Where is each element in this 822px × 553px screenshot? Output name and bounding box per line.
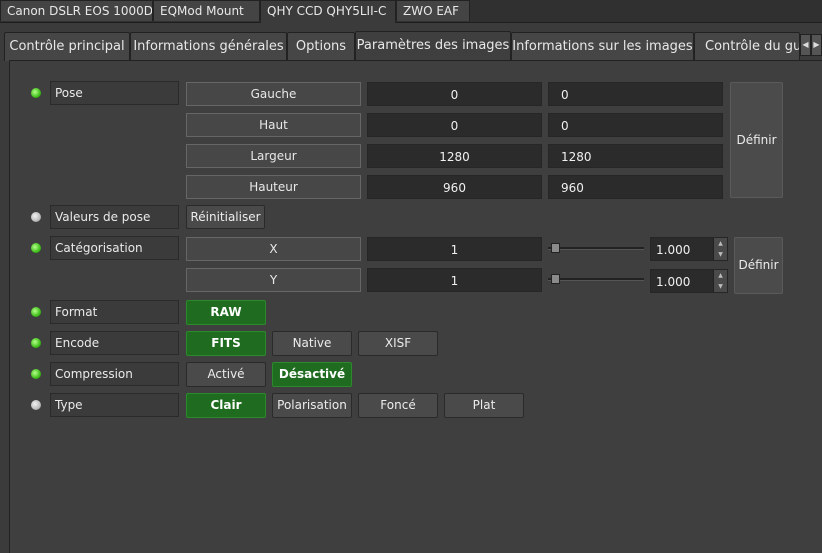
spin-up-icon[interactable]: ▲	[713, 270, 727, 281]
encode-fits-button[interactable]: FITS	[186, 331, 266, 356]
tab-controle-principal[interactable]: Contrôle principal	[4, 32, 130, 61]
type-dark-button[interactable]: Foncé	[358, 393, 438, 418]
device-tab-eqmod[interactable]: EQMod Mount	[153, 0, 260, 21]
pose-width-label: Largeur	[186, 144, 361, 168]
encode-xisf-button[interactable]: XISF	[358, 331, 438, 356]
device-tab-canon[interactable]: Canon DSLR EOS 1000D	[0, 0, 153, 21]
binning-x-slider[interactable]	[548, 237, 644, 261]
binning-set-button[interactable]: Définir	[734, 237, 783, 294]
compression-status-led	[31, 369, 41, 379]
reset-button[interactable]: Réinitialiser	[186, 205, 265, 229]
type-polarisation-button[interactable]: Polarisation	[272, 393, 352, 418]
pose-top-label: Haut	[186, 113, 361, 137]
device-tab-qhy[interactable]: QHY CCD QHY5LII-C	[260, 0, 396, 23]
format-raw-button[interactable]: RAW	[186, 300, 266, 325]
tab-scroll-right-icon[interactable]: ▶	[811, 34, 822, 56]
type-status-led	[31, 400, 41, 410]
format-status-led	[31, 307, 41, 317]
tab-options[interactable]: Options	[287, 32, 355, 61]
pose-top-input[interactable]: 0	[548, 113, 723, 137]
valeurs-pose-label: Valeurs de pose	[50, 205, 179, 229]
binning-x-label: X	[186, 237, 361, 261]
binning-status-led	[31, 243, 41, 253]
pose-height-label: Hauteur	[186, 175, 361, 199]
binning-x-spinbox[interactable]: 1.000 ▲ ▼	[650, 237, 728, 261]
pose-height-value: 960	[367, 175, 542, 199]
binning-y-value: 1	[367, 268, 542, 292]
compression-off-button[interactable]: Désactivé	[272, 362, 352, 387]
compression-label: Compression	[50, 362, 179, 386]
spin-down-icon[interactable]: ▼	[713, 281, 727, 292]
binning-label: Catégorisation	[50, 236, 179, 260]
compression-on-button[interactable]: Activé	[186, 362, 266, 387]
spin-down-icon[interactable]: ▼	[713, 249, 727, 260]
device-tab-zwo-eaf[interactable]: ZWO EAF	[396, 0, 470, 21]
encode-native-button[interactable]: Native	[272, 331, 352, 356]
pose-left-value: 0	[367, 82, 542, 106]
slider-track	[548, 278, 644, 281]
pose-label: Pose	[50, 81, 179, 105]
slider-handle[interactable]	[551, 243, 560, 253]
pose-top-value: 0	[367, 113, 542, 137]
pose-left-input[interactable]: 0	[548, 82, 723, 106]
binning-y-slider[interactable]	[548, 268, 644, 292]
valeurs-pose-status-led	[31, 212, 41, 222]
type-label: Type	[50, 393, 179, 417]
slider-track	[548, 247, 644, 250]
binning-x-spin-value: 1.000	[656, 243, 691, 257]
binning-x-value: 1	[367, 237, 542, 261]
slider-handle[interactable]	[551, 274, 560, 284]
binning-y-spinbox[interactable]: 1.000 ▲ ▼	[650, 269, 728, 293]
pose-width-value: 1280	[367, 144, 542, 168]
pose-status-led	[31, 88, 41, 98]
spin-up-icon[interactable]: ▲	[713, 238, 727, 249]
format-label: Format	[50, 300, 179, 324]
encode-status-led	[31, 338, 41, 348]
tab-scroll-left-icon[interactable]: ◀	[800, 34, 811, 56]
pose-set-button[interactable]: Définir	[730, 82, 783, 198]
pose-left-label: Gauche	[186, 82, 361, 106]
pose-width-input[interactable]: 1280	[548, 144, 723, 168]
tab-parametres-images[interactable]: Paramètres des images	[355, 31, 511, 62]
tab-informations-images[interactable]: Informations sur les images	[511, 32, 694, 61]
tab-informations-generales[interactable]: Informations générales	[130, 32, 287, 61]
property-tab-bar: Contrôle principal Informations générale…	[4, 31, 822, 62]
tab-controle-guidage[interactable]: Contrôle du guid	[694, 32, 800, 61]
pose-height-input[interactable]: 960	[548, 175, 723, 199]
device-tab-bar: Canon DSLR EOS 1000D EQMod Mount QHY CCD…	[0, 0, 822, 23]
encode-label: Encode	[50, 331, 179, 355]
type-flat-button[interactable]: Plat	[444, 393, 524, 418]
type-light-button[interactable]: Clair	[186, 393, 266, 418]
binning-y-spin-value: 1.000	[656, 275, 691, 289]
binning-y-label: Y	[186, 268, 361, 292]
